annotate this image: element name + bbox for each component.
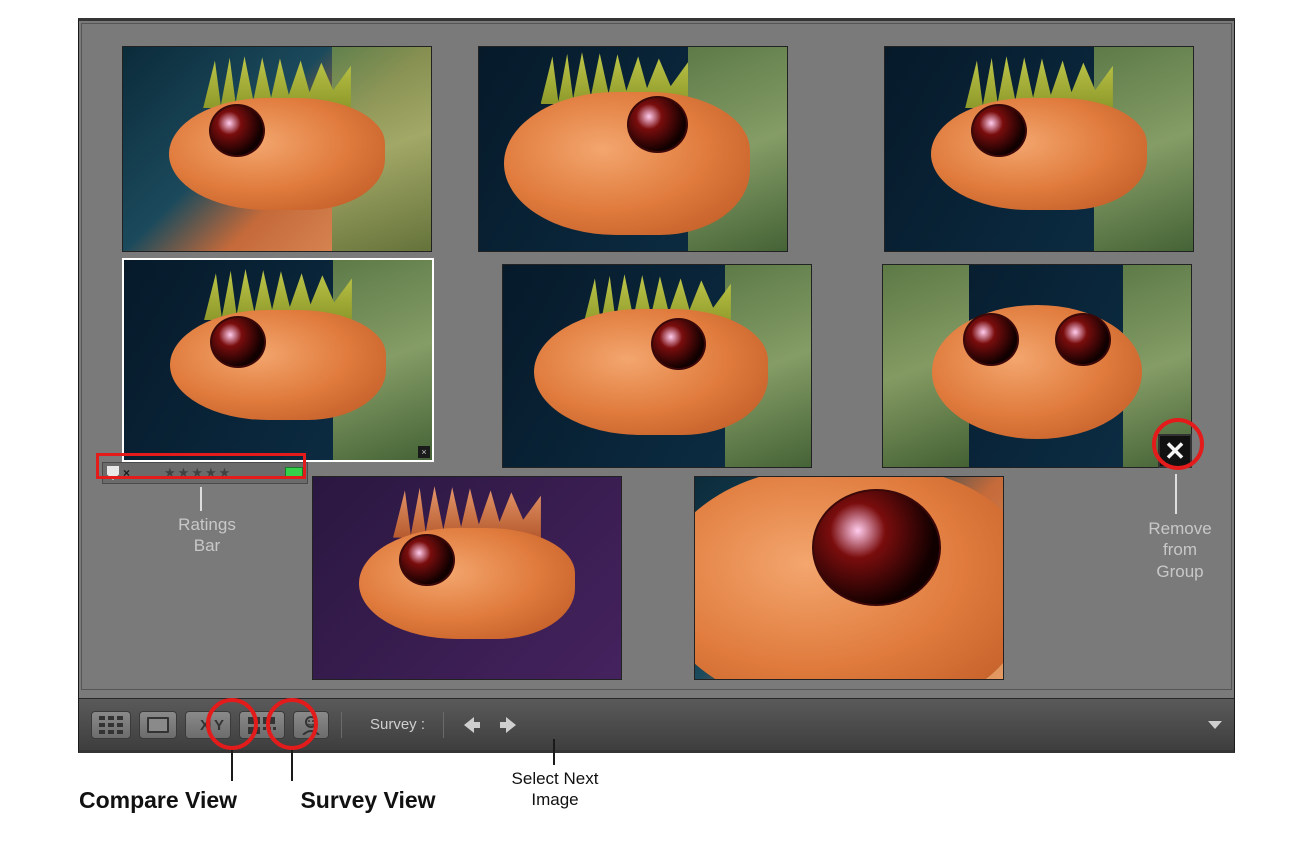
thumbnail[interactable] <box>882 264 1192 468</box>
callout-remove-from-group: Remove from Group <box>1130 518 1230 582</box>
toolbar-mode-label: Survey : <box>370 716 425 733</box>
survey-canvas: × × ★ ★ ★ ★ ★ <box>81 23 1232 690</box>
leader-line <box>231 749 233 781</box>
thumbnail[interactable] <box>502 264 812 468</box>
flag-icon[interactable] <box>107 466 119 480</box>
star-icon[interactable]: ★ <box>205 465 218 481</box>
svg-text:X: X <box>200 717 210 734</box>
leader-line <box>200 487 202 511</box>
leader-line <box>1175 474 1177 514</box>
grid-view-button[interactable] <box>91 711 131 739</box>
reject-icon[interactable]: × <box>123 466 130 480</box>
thumbnail[interactable] <box>478 46 788 252</box>
callout-compare-view: Compare View <box>58 786 258 815</box>
people-view-button[interactable] <box>293 711 329 739</box>
ratings-bar[interactable]: × ★ ★ ★ ★ ★ <box>102 462 308 484</box>
thumbnail[interactable] <box>884 46 1194 252</box>
compare-view-button[interactable]: X Y <box>185 711 231 739</box>
callout-select-next: Select Next Image <box>490 768 620 811</box>
chevron-down-icon[interactable] <box>1208 721 1222 729</box>
star-icon[interactable]: ★ <box>164 465 177 481</box>
toolbar: X Y Survey : <box>79 698 1234 750</box>
close-icon: ✕ <box>1164 438 1186 464</box>
select-previous-button[interactable] <box>456 711 486 739</box>
leader-line <box>553 739 555 765</box>
star-icon[interactable]: ★ <box>219 465 232 481</box>
star-rating[interactable]: ★ ★ ★ ★ ★ <box>164 465 231 481</box>
app-window: × × ★ ★ ★ ★ ★ <box>78 18 1235 753</box>
color-label-green[interactable] <box>285 467 303 479</box>
thumbnail[interactable] <box>694 476 1004 680</box>
close-icon[interactable]: × <box>418 446 430 458</box>
leader-line <box>291 749 293 781</box>
survey-view-button[interactable] <box>239 711 285 739</box>
thumbnail[interactable] <box>312 476 622 680</box>
toolbar-separator <box>341 712 342 738</box>
loupe-view-button[interactable] <box>139 711 177 739</box>
toolbar-separator <box>443 712 444 738</box>
remove-from-group-button[interactable]: ✕ <box>1158 434 1192 468</box>
thumbnail-selected[interactable]: × <box>122 258 434 462</box>
star-icon[interactable]: ★ <box>191 465 204 481</box>
svg-text:Y: Y <box>214 717 224 734</box>
callout-survey-view: Survey View <box>268 786 468 815</box>
thumbnail[interactable] <box>122 46 432 252</box>
callout-ratings-bar: Ratings Bar <box>162 514 252 557</box>
select-next-button[interactable] <box>494 711 524 739</box>
star-icon[interactable]: ★ <box>178 465 191 481</box>
